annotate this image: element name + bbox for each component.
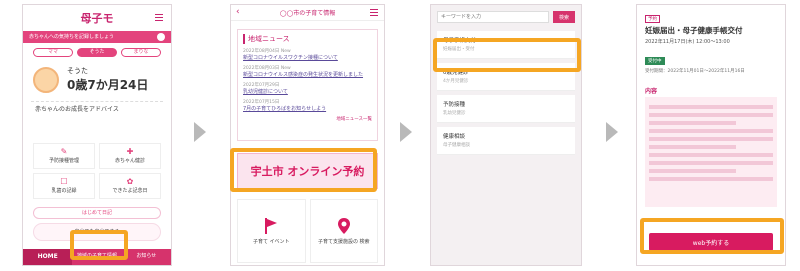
menu-grid: ✎ 予防接種管理 ✚ 赤ちゃん健診 ☐ 乳歯の記録 ✿ できたよ記念日 [23, 139, 171, 203]
diary-banner[interactable]: はじめて日記 [33, 207, 161, 219]
baby-face-icon [33, 66, 59, 93]
screen-header: ‹ ◯◯市の子育て情報 [231, 5, 384, 21]
child-selector: ママ そうた まりな [23, 43, 171, 62]
flower-icon: ✿ [126, 177, 134, 186]
menu-label: 赤ちゃん健診 [114, 158, 145, 164]
menu-milestones[interactable]: ✿ できたよ記念日 [99, 173, 161, 199]
tab-notices[interactable]: お知らせ [122, 249, 171, 265]
news-link[interactable]: 7月の子育てひろばをお知らせしよう [243, 105, 372, 112]
menu-label: 予防接種管理 [48, 158, 79, 164]
category-title: 健康相談 [443, 134, 466, 140]
news-more-link[interactable]: 地域ニュース一覧 [243, 116, 372, 122]
child-profile: そうた 0歳7か月24日 [23, 62, 171, 97]
search-bar: 検索 [431, 5, 581, 27]
tab-home[interactable]: HOME [23, 249, 73, 265]
flow-stage: 母子モ 赤ちゃんへの気持ちを記録しましょう ママ そうた まりな そうた 0歳7… [0, 0, 800, 271]
phone-local-info-screen: ‹ ◯◯市の子育て情報 地域ニュース 2022年08月04日 New 新型コロナ… [230, 4, 385, 266]
menu-label: 乳歯の記録 [51, 188, 77, 194]
category-sub: 母子健康相談 [443, 143, 470, 148]
highlight-web-reserve-button [640, 218, 784, 254]
detail-title: 妊娠届出・母子健康手帳交付 [645, 26, 743, 35]
chip-sota[interactable]: そうた [77, 48, 117, 57]
advice-box: 赤ちゃんのお成長をアドバイス [31, 101, 163, 135]
menu-label: できたよ記念日 [112, 188, 148, 194]
tile-label: 子育て イベント [252, 239, 290, 245]
news-link[interactable]: 新型コロナウイルスワクチン接種について [243, 54, 372, 61]
highlight-first-category [433, 38, 581, 72]
screen-title: ◯◯市の子育て情報 [279, 10, 336, 17]
syringe-icon: ✎ [60, 147, 68, 156]
chevron-right-icon[interactable] [157, 33, 165, 41]
chip-mama[interactable]: ママ [33, 48, 73, 57]
local-news-panel: 地域ニュース 2022年08月04日 New 新型コロナウイルスワクチン接種につ… [237, 29, 378, 141]
advice-title: 赤ちゃんのお成長をアドバイス [35, 106, 119, 113]
news-item[interactable]: 2022年08月04日 New 新型コロナウイルスワクチン接種について [243, 48, 372, 61]
hamburger-menu-icon[interactable] [155, 14, 163, 21]
category-sub: 4か月児健診 [443, 79, 469, 84]
category-item[interactable]: 健康相談 母子健康相談 [437, 127, 575, 155]
news-item[interactable]: 2022年07月15日 7月の子育てひろばをお知らせしよう [243, 99, 372, 112]
news-item[interactable]: 2022年08月03日 New 新型コロナウイルス感染症の発生状況を更新しました [243, 65, 372, 78]
category-title: 予防接種 [443, 102, 466, 108]
search-input[interactable] [437, 11, 549, 23]
news-heading: 地域ニュース [243, 34, 372, 44]
medical-cross-icon: ✚ [126, 147, 134, 156]
tile-facility-search[interactable]: 子育て支援施設の 検索 [309, 199, 378, 263]
highlight-online-reservation [230, 148, 377, 192]
menu-vaccination[interactable]: ✎ 予防接種管理 [33, 143, 95, 169]
tile-label: 子育て支援施設の 検索 [317, 239, 370, 245]
step-arrow-3 [606, 122, 618, 142]
step-arrow-1 [194, 122, 206, 142]
detail-date: 2022年11月17日(木) 12:00〜13:00 [645, 39, 730, 45]
category-item[interactable]: 予防接種 乳幼児健診 [437, 95, 575, 123]
app-logo: 母子モ [80, 12, 114, 25]
app-header: 母子モ [23, 5, 171, 31]
tile-events[interactable]: 子育て イベント [237, 199, 306, 263]
hamburger-menu-icon[interactable] [370, 9, 378, 16]
step-arrow-2 [400, 122, 412, 142]
status-badge: 受付中 [645, 57, 665, 65]
child-age: 0歳7か月24日 [67, 78, 149, 92]
category-sub: 乳幼児健診 [443, 111, 466, 116]
tooth-icon: ☐ [60, 177, 68, 186]
news-item[interactable]: 2022年07月29日 乳幼児健診について [243, 82, 372, 95]
phone-home-screen: 母子モ 赤ちゃんへの気持ちを記録しましょう ママ そうた まりな そうた 0歳7… [22, 4, 172, 266]
content-body [645, 97, 777, 207]
info-band[interactable]: 赤ちゃんへの気持ちを記録しましょう [23, 31, 171, 43]
child-name: そうた [67, 67, 88, 75]
menu-teeth[interactable]: ☐ 乳歯の記録 [33, 173, 95, 199]
news-link[interactable]: 乳幼児健診について [243, 88, 372, 95]
menu-checkup[interactable]: ✚ 赤ちゃん健診 [99, 143, 161, 169]
feature-tiles: 子育て イベント 子育て支援施設の 検索 [237, 199, 378, 263]
news-link[interactable]: 新型コロナウイルス感染症の発生状況を更新しました [243, 71, 372, 78]
reservation-tag: 予約 [645, 15, 660, 23]
highlight-local-info-tab [70, 230, 128, 260]
info-band-text: 赤ちゃんへの気持ちを記録しましょう [29, 34, 115, 40]
search-button[interactable]: 検索 [553, 11, 575, 23]
back-chevron-icon[interactable]: ‹ [236, 7, 240, 17]
content-heading: 内容 [645, 88, 658, 95]
chip-marina[interactable]: まりな [121, 48, 161, 57]
flag-icon [265, 218, 278, 234]
map-pin-icon [337, 218, 350, 234]
